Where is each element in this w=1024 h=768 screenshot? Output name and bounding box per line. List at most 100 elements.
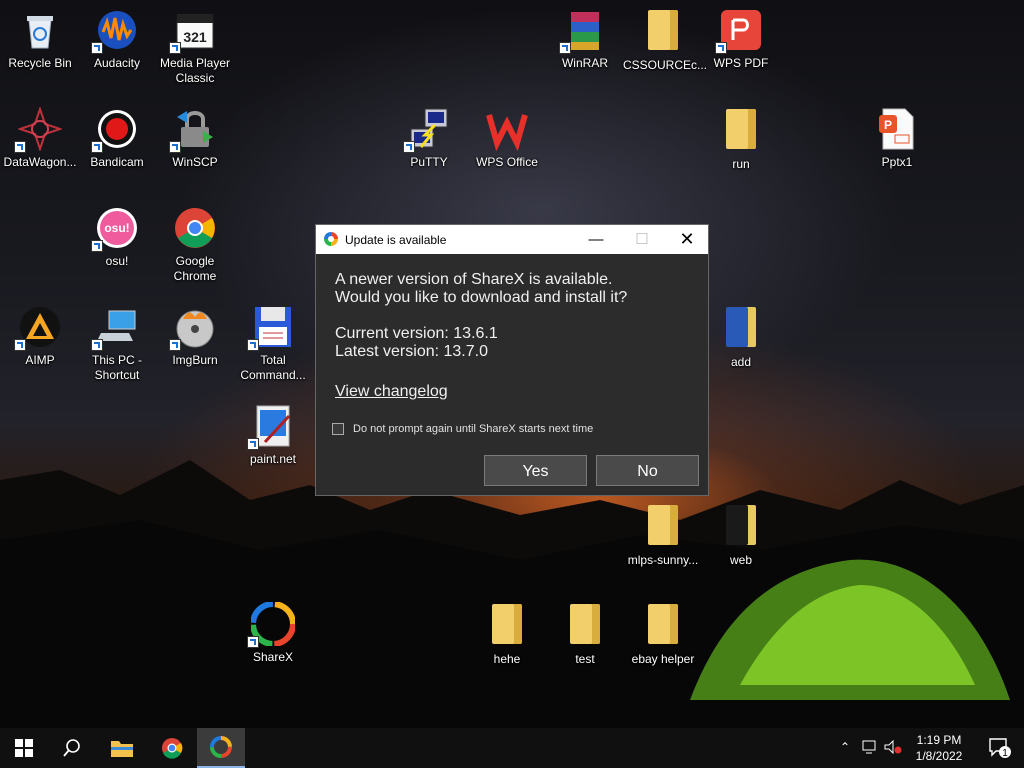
notification-count: 1 [1002,748,1008,759]
folder-icon [719,505,763,549]
view-changelog-link[interactable]: View changelog [335,383,448,401]
mpc-badge-text: 321 [183,29,207,45]
action-center-button[interactable]: 1 [976,728,1024,768]
icon-label: run [732,157,750,171]
dialog-titlebar[interactable]: Update is available — ☐ ✕ [316,225,708,254]
desktop-icon-putty[interactable]: PuTTY [389,107,469,170]
folder-icon [641,10,685,54]
desktop-icon-recycle-bin[interactable]: Recycle Bin [0,8,80,71]
pptx-file-icon: P [875,107,919,151]
desktop-icon-mlps[interactable]: mlps-sunny... [623,503,703,568]
folder-icon [111,741,133,757]
clock-date: 1/8/2022 [915,749,963,763]
yes-button[interactable]: Yes [484,455,587,486]
do-not-prompt-option[interactable]: Do not prompt again until ShareX starts … [332,423,593,435]
desktop-icon-google-chrome[interactable]: Google Chrome [155,206,235,284]
desktop-icon-add[interactable]: add [701,305,781,370]
do-not-prompt-checkbox[interactable] [332,423,344,435]
icon-label: Bandicam [90,155,144,169]
desktop-icon-this-pc[interactable]: This PC - Shortcut [77,305,157,383]
desktop-icon-run[interactable]: run [701,107,781,172]
icon-label: CSSOURCEc... [623,58,708,72]
checkbox-label: Do not prompt again until ShareX starts … [353,423,594,435]
folder-icon [563,604,607,648]
close-button[interactable]: ✕ [664,225,710,254]
desktop-icon-total-commander[interactable]: Total Command... [233,305,313,383]
icon-label: Recycle Bin [8,56,72,70]
wps-pdf-icon [715,8,763,54]
desktop-icon-winrar[interactable]: WinRAR [545,8,625,71]
desktop-icon-hehe[interactable]: hehe [467,602,547,667]
desktop-icon-test[interactable]: test [545,602,625,667]
icon-label: Audacity [93,56,141,70]
desktop-icon-datawagon[interactable]: DataWagon... [0,105,80,170]
minimize-button[interactable]: — [573,225,619,254]
desktop-icon-pptx1[interactable]: P Pptx1 [857,107,937,170]
message-line-2: Would you like to download and install i… [335,289,628,306]
chrome-icon [173,206,217,250]
icon-label: osu! [105,254,129,268]
osu-icon: osu! [91,206,139,252]
folder-icon [719,307,763,351]
datawagon-icon [14,105,64,153]
icon-label: ebay helper [631,652,695,666]
taskbar-chrome[interactable] [148,728,196,768]
no-button[interactable]: No [596,455,699,486]
folder-icon [485,604,529,648]
putty-icon [403,107,451,153]
desktop-icon-media-player-classic[interactable]: 321 Media Player Classic [155,8,235,86]
icon-label: DataWagon... [3,155,77,169]
desktop-icon-imgburn[interactable]: ImgBurn [155,305,235,368]
current-version: Current version: 13.6.1 [335,325,498,342]
search-button[interactable] [48,728,96,768]
taskbar-file-explorer[interactable] [98,728,146,768]
floppy-disk-icon [247,305,295,351]
update-message: A newer version of ShareX is available. … [335,271,627,307]
network-icon[interactable] [862,740,878,757]
media-player-classic-icon: 321 [169,8,217,54]
chrome-icon [162,738,183,759]
recycle-bin-icon [18,8,62,52]
wps-office-icon [485,107,529,152]
icon-label: AIMP [25,353,55,367]
icon-label: Total Command... [240,353,306,382]
desktop-icon-aimp[interactable]: AIMP [0,305,80,368]
desktop-icon-audacity[interactable]: Audacity [77,8,157,71]
desktop-icon-wps-office[interactable]: WPS Office [467,107,547,170]
desktop-icon-web[interactable]: web [701,503,781,568]
icon-label: PuTTY [410,155,448,169]
desktop-icon-cssource[interactable]: CSSOURCEc... [623,8,708,73]
desktop-icon-paint-net[interactable]: paint.net [233,404,313,467]
svg-text:P: P [884,118,892,132]
desktop-icon-bandicam[interactable]: Bandicam [77,107,157,170]
icon-label: WinRAR [561,56,608,70]
winrar-icon [559,8,607,54]
update-dialog: Update is available — ☐ ✕ A newer versio… [315,224,709,496]
desktop-icon-sharex[interactable]: ShareX [233,601,313,665]
volume-muted-icon[interactable] [884,739,902,757]
desktop-icon-wps-pdf[interactable]: WPS PDF [701,8,781,71]
icon-label: WPS PDF [713,56,769,70]
start-button[interactable] [0,728,48,768]
icon-label: web [729,553,752,567]
folder-icon [641,604,685,648]
taskbar-sharex[interactable] [197,728,245,768]
icon-label: ShareX [252,650,294,664]
icon-label: test [575,652,595,666]
taskbar: ⌃ 1:19 PM 1/8/2022 1 [0,728,1024,768]
sharex-icon [210,736,232,758]
winscp-icon [169,107,217,153]
desktop-icon-osu[interactable]: osu! osu! [77,206,157,269]
icon-label: hehe [493,652,521,666]
osu-glyph-text: osu! [104,221,129,235]
clock-time: 1:19 PM [916,733,962,747]
maximize-button[interactable]: ☐ [619,225,665,254]
folder-icon [641,505,685,549]
taskbar-clock[interactable]: 1:19 PM 1/8/2022 [903,732,975,764]
icon-label: WPS Office [476,155,538,169]
show-hidden-icons-chevron-up-icon[interactable]: ⌃ [840,740,850,754]
icon-label: This PC - Shortcut [91,353,142,382]
desktop-icon-ebay-helper[interactable]: ebay helper [623,602,703,667]
desktop-icon-winscp[interactable]: WinSCP [155,107,235,170]
message-line-1: A newer version of ShareX is available. [335,271,613,288]
